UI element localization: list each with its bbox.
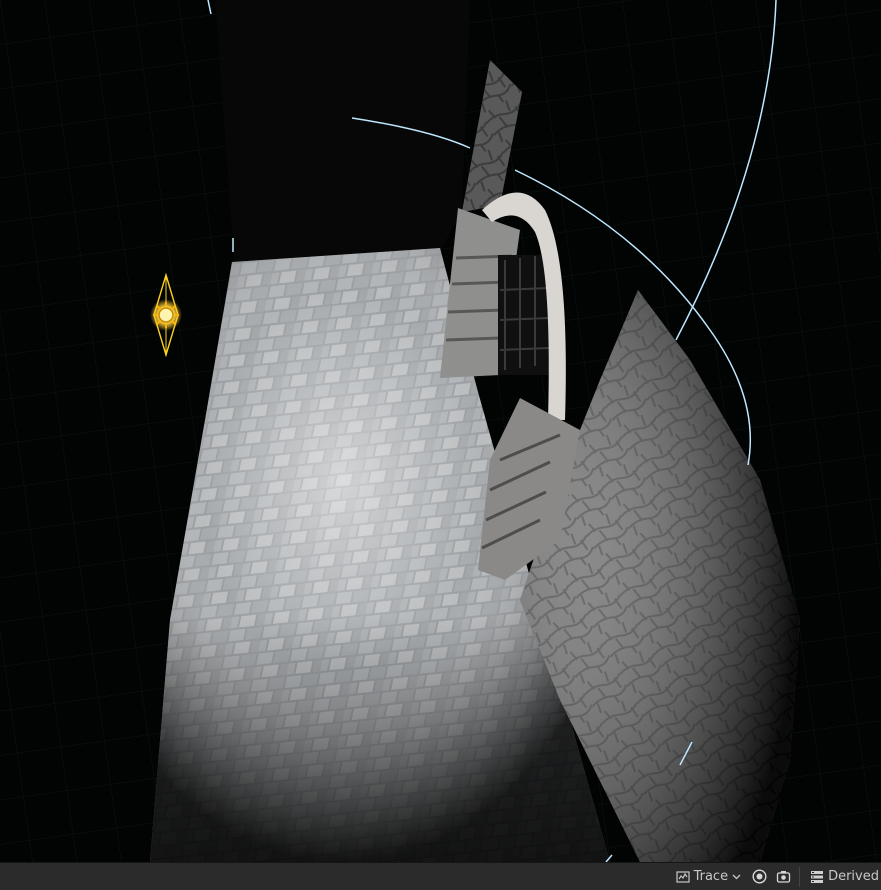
camera-icon <box>776 871 790 883</box>
chevron-down-icon <box>732 874 741 880</box>
viewport-status-bar: Trace Derived <box>0 862 881 890</box>
trace-label: Trace <box>693 869 729 884</box>
status-divider <box>799 866 801 887</box>
trace-dropdown[interactable]: Trace <box>670 863 748 890</box>
derived-data-button[interactable]: Derived <box>804 863 881 890</box>
derived-data-icon <box>811 870 824 883</box>
record-icon <box>752 869 767 884</box>
screenshot-button[interactable] <box>771 863 795 890</box>
level-viewport[interactable] <box>0 0 881 862</box>
trace-icon <box>675 870 690 883</box>
viewport-scene <box>0 0 881 862</box>
derived-label: Derived <box>828 869 879 884</box>
record-trace-button[interactable] <box>747 863 771 890</box>
